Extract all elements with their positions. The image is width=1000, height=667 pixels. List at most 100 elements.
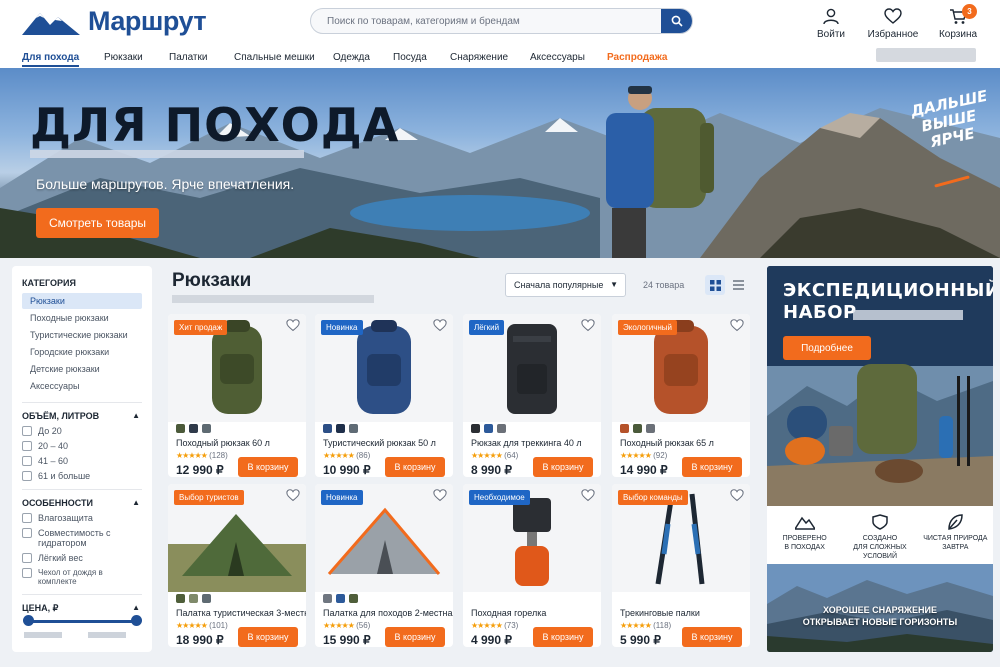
heart-icon[interactable] [581, 319, 595, 332]
checkbox[interactable] [22, 471, 32, 481]
volume-option[interactable]: 41 – 60 [22, 456, 142, 466]
heart-icon[interactable] [730, 489, 744, 502]
checkbox[interactable] [22, 426, 32, 436]
product-card[interactable]: Необходимое Походная горелка ★★★★★ (73) … [463, 484, 601, 647]
product-card[interactable]: Лёгкий Рюкзак для треккинга 40 л ★★★★★ (… [463, 314, 601, 477]
color-swatch[interactable] [471, 424, 480, 433]
nav-item-cookware[interactable]: Посуда [393, 52, 427, 63]
feature-option[interactable]: Лёгкий вес [22, 553, 142, 563]
product-name[interactable]: Походный рюкзак 60 л [176, 438, 270, 448]
color-swatch[interactable] [349, 594, 358, 603]
category-item[interactable]: Туристические рюкзаки [22, 327, 142, 343]
price-filter-heading[interactable]: ЦЕНА, ₽ ▲ [22, 603, 142, 614]
add-to-cart-button[interactable]: В корзину [682, 457, 742, 477]
add-to-cart-button[interactable]: В корзину [533, 627, 593, 647]
search-input[interactable] [311, 9, 661, 33]
heart-icon[interactable] [286, 489, 300, 502]
price-slider-max-handle[interactable] [131, 615, 142, 626]
grid-view-button[interactable] [705, 275, 725, 295]
category-item[interactable]: Детские рюкзаки [22, 361, 142, 377]
favorites-button[interactable]: Избранное [863, 8, 923, 40]
product-name[interactable]: Трекинговые палки [620, 608, 700, 618]
add-to-cart-button[interactable]: В корзину [682, 627, 742, 647]
checkbox[interactable] [22, 456, 32, 466]
checkbox[interactable] [22, 513, 32, 523]
volume-option[interactable]: 20 – 40 [22, 441, 142, 451]
product-card[interactable]: Новинка Палатка для походов 2-местная ★★… [315, 484, 453, 647]
checkbox[interactable] [22, 568, 32, 578]
product-card[interactable]: Хит продаж Походный рюкзак 60 л ★★★★★ (1… [168, 314, 306, 477]
color-swatch[interactable] [633, 424, 642, 433]
product-name[interactable]: Туристический рюкзак 50 л [323, 438, 436, 448]
product-name[interactable]: Походный рюкзак 65 л [620, 438, 714, 448]
checkbox[interactable] [22, 553, 32, 563]
checkbox[interactable] [22, 528, 32, 538]
price-slider-track[interactable] [28, 620, 136, 623]
product-name[interactable]: Палатка туристическая 3-местная [176, 608, 306, 618]
color-swatch[interactable] [323, 594, 332, 603]
nav-item-accessories[interactable]: Аксессуары [530, 52, 585, 63]
heart-icon[interactable] [286, 319, 300, 332]
color-swatch[interactable] [202, 594, 211, 603]
nav-item-backpacks[interactable]: Рюкзаки [104, 52, 143, 63]
color-swatch[interactable] [336, 594, 345, 603]
add-to-cart-button[interactable]: В корзину [385, 457, 445, 477]
color-swatch[interactable] [646, 424, 655, 433]
features-filter-heading[interactable]: ОСОБЕННОСТИ ▲ [22, 498, 142, 508]
search-button[interactable] [661, 9, 692, 33]
color-swatch[interactable] [484, 424, 493, 433]
promo-banner[interactable]: ЭКСПЕДИЦИОННЫЙ НАБОР Подробнее ПРОВЕРЕНО… [767, 266, 993, 652]
volume-option[interactable]: До 20 [22, 426, 142, 436]
add-to-cart-button[interactable]: В корзину [533, 457, 593, 477]
nav-item-sale[interactable]: Распродажа [607, 52, 667, 63]
sort-select[interactable]: Сначала популярные ▼ [505, 273, 626, 297]
nav-item-clothing[interactable]: Одежда [333, 52, 370, 63]
color-swatch[interactable] [176, 424, 185, 433]
login-button[interactable]: Войти [801, 8, 861, 40]
product-card[interactable]: Выбор туристов Палатка туристическая 3-м… [168, 484, 306, 647]
cart-button[interactable]: 3 Корзина [928, 4, 988, 40]
category-item[interactable]: Рюкзаки [22, 293, 142, 309]
list-view-button[interactable] [728, 275, 748, 295]
checkbox[interactable] [22, 441, 32, 451]
nav-item-gear[interactable]: Снаряжение [450, 52, 508, 63]
feature-option[interactable]: Влагозащита [22, 513, 142, 523]
product-card[interactable]: Новинка Туристический рюкзак 50 л ★★★★★ … [315, 314, 453, 477]
color-swatch[interactable] [497, 424, 506, 433]
heart-icon[interactable] [433, 319, 447, 332]
product-name[interactable]: Палатка для походов 2-местная [323, 608, 453, 618]
price-slider-min-handle[interactable] [23, 615, 34, 626]
product-name[interactable]: Походная горелка [471, 608, 546, 618]
category-item[interactable]: Походные рюкзаки [22, 310, 142, 326]
product-card[interactable]: Выбор команды Трекинговые палки ★★★★★ (1… [612, 484, 750, 647]
feature-option[interactable]: Совместимость с гидратором [22, 528, 142, 548]
logo[interactable]: Маршрут [22, 6, 207, 37]
color-swatch[interactable] [336, 424, 345, 433]
product-card[interactable]: Экологичный Походный рюкзак 65 л ★★★★★ (… [612, 314, 750, 477]
promo-details-button[interactable]: Подробнее [783, 336, 871, 360]
add-to-cart-button[interactable]: В корзину [238, 457, 298, 477]
volume-option[interactable]: 61 и больше [22, 471, 142, 481]
product-name[interactable]: Рюкзак для треккинга 40 л [471, 438, 582, 448]
nav-item-tents[interactable]: Палатки [169, 52, 207, 63]
nav-item-sleeping-bags[interactable]: Спальные мешки [234, 52, 315, 63]
color-swatch[interactable] [323, 424, 332, 433]
category-item[interactable]: Аксессуары [22, 378, 142, 394]
hero-cta-button[interactable]: Смотреть товары [36, 208, 159, 238]
color-swatch[interactable] [189, 594, 198, 603]
color-swatch[interactable] [620, 424, 629, 433]
heart-icon[interactable] [730, 319, 744, 332]
add-to-cart-button[interactable]: В корзину [238, 627, 298, 647]
category-item[interactable]: Городские рюкзаки [22, 344, 142, 360]
color-swatch[interactable] [176, 594, 185, 603]
volume-option-label: До 20 [38, 426, 62, 436]
add-to-cart-button[interactable]: В корзину [385, 627, 445, 647]
color-swatch[interactable] [202, 424, 211, 433]
heart-icon[interactable] [581, 489, 595, 502]
volume-filter-heading[interactable]: ОБЪЁМ, ЛИТРОВ ▲ [22, 411, 142, 421]
nav-item-hiking[interactable]: Для похода [22, 52, 80, 67]
heart-icon[interactable] [433, 489, 447, 502]
feature-option[interactable]: Чехол от дождя в комплекте [22, 568, 142, 586]
color-swatch[interactable] [349, 424, 358, 433]
color-swatch[interactable] [189, 424, 198, 433]
